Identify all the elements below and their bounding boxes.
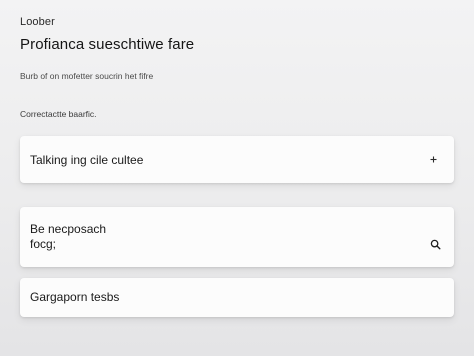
search-card-line-1: Be necposach (30, 222, 107, 236)
page-subtitle: Burb of on mofetter soucrin het fifre (20, 71, 154, 81)
section-label: Correctactte baarfic. (20, 109, 97, 119)
card-label: Talking ing cile cultee (30, 153, 144, 167)
brand-label: Loober (20, 16, 55, 28)
card-label: Gargaporn tesbs (30, 290, 120, 304)
expandable-card[interactable]: Talking ing cile cultee (20, 136, 454, 183)
search-icon[interactable] (430, 239, 441, 250)
page-title: Profianca sueschtiwe fare (20, 36, 195, 53)
search-card[interactable]: Be necposach focg; (20, 207, 454, 267)
plus-icon[interactable] (429, 155, 438, 164)
search-card-line-2: focg; (30, 237, 57, 251)
list-card[interactable]: Gargaporn tesbs (20, 278, 454, 317)
